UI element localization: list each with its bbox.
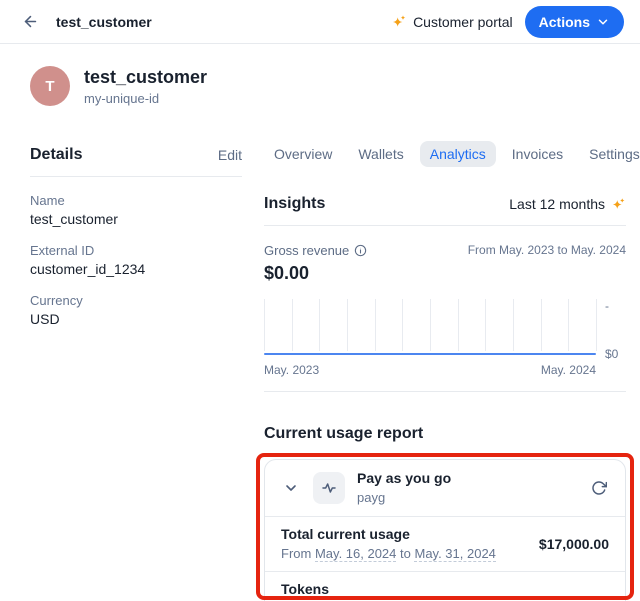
actions-button[interactable]: Actions (525, 6, 624, 38)
customer-portal-label: Customer portal (413, 14, 513, 30)
field-label: External ID (30, 243, 242, 258)
back-button[interactable] (16, 8, 44, 36)
insights-title: Insights (264, 195, 325, 213)
info-icon[interactable] (354, 244, 367, 257)
usage-card-wrapper: Pay as you go payg Total current usage (264, 459, 626, 601)
customer-portal-button[interactable]: Customer portal (391, 14, 513, 30)
y-label-bottom: $0 (605, 347, 626, 361)
chart-gridline (568, 299, 569, 351)
refresh-button[interactable] (589, 478, 609, 498)
field-value: test_customer (30, 211, 242, 227)
total-usage-amount: $17,000.00 (539, 536, 609, 552)
main-content: Details Edit Name test_customer External… (0, 106, 640, 601)
field-label: Currency (30, 293, 242, 308)
total-usage-range: From May. 16, 2024 to May. 31, 2024 (281, 545, 496, 562)
tab-analytics[interactable]: Analytics (420, 141, 496, 167)
customer-identity: test_customer my-unique-id (84, 66, 207, 106)
details-panel: Details Edit Name test_customer External… (30, 146, 242, 601)
chart-gridline (596, 299, 597, 351)
topbar: test_customer Customer portal Actions (0, 0, 640, 44)
chart-gridline (458, 299, 459, 351)
total-usage-texts: Total current usage From May. 16, 2024 t… (281, 526, 496, 562)
detail-field-currency: Currency USD (30, 293, 242, 327)
plan-code: payg (357, 489, 577, 506)
chart-gridline (347, 299, 348, 351)
gross-revenue-label: Gross revenue (264, 243, 349, 258)
usage-card: Pay as you go payg Total current usage (264, 459, 626, 601)
insights-header: Insights Last 12 months (264, 195, 626, 226)
arrow-left-icon (22, 13, 39, 30)
tab-settings[interactable]: Settings (579, 141, 640, 167)
chevron-down-icon (596, 15, 610, 29)
avatar-initial: T (45, 78, 54, 95)
revenue-date-range: From May. 2023 to May. 2024 (468, 243, 626, 257)
detail-field-name: Name test_customer (30, 193, 242, 227)
detail-field-external-id: External ID customer_id_1234 (30, 243, 242, 277)
usage-item-name: Tokens (281, 581, 609, 598)
chart-gridline (402, 299, 403, 351)
usage-report-title: Current usage report (264, 425, 626, 443)
collapse-toggle[interactable] (281, 478, 301, 498)
chart-gridline (513, 299, 514, 351)
activity-pulse-icon (321, 480, 337, 496)
topbar-title: test_customer (56, 14, 152, 30)
chart-plot-area: May. 2023 May. 2024 (264, 299, 596, 377)
customer-tabs-panel: Overview Wallets Analytics Invoices Sett… (264, 146, 626, 601)
tab-bar: Overview Wallets Analytics Invoices Sett… (264, 141, 626, 167)
total-usage-row: Total current usage From May. 16, 2024 t… (265, 517, 625, 572)
plan-header-row: Pay as you go payg (265, 460, 625, 517)
insights-section: Insights Last 12 months Gross revenue Fr… (264, 195, 626, 392)
gross-revenue-chart: May. 2023 May. 2024 - $0 (264, 299, 626, 377)
y-label-top: - (605, 299, 626, 313)
gross-revenue-value: $0.00 (264, 263, 626, 284)
actions-label: Actions (539, 14, 590, 30)
sparkle-icon (391, 14, 407, 30)
range-date-from: May. 16, 2024 (315, 546, 396, 562)
period-label: Last 12 months (509, 196, 605, 212)
chart-gridline (485, 299, 486, 351)
chart-gridline (319, 299, 320, 351)
x-label-start: May. 2023 (264, 363, 319, 377)
tab-wallets[interactable]: Wallets (348, 141, 413, 167)
gross-revenue-header: Gross revenue From May. 2023 to May. 202… (264, 243, 626, 258)
refresh-icon (591, 480, 607, 496)
range-date-to: May. 31, 2024 (414, 546, 495, 562)
plan-name: Pay as you go (357, 470, 577, 487)
chart-x-axis: May. 2023 May. 2024 (264, 363, 596, 377)
chart-gridline (541, 299, 542, 351)
period-selector[interactable]: Last 12 months (509, 196, 626, 212)
x-label-end: May. 2024 (541, 363, 596, 377)
customer-external-id: my-unique-id (84, 91, 207, 106)
sparkle-icon (611, 197, 626, 212)
customer-name: test_customer (84, 66, 207, 88)
plan-icon (313, 472, 345, 504)
range-prefix: From (281, 546, 311, 561)
edit-button[interactable]: Edit (218, 147, 242, 163)
customer-header: T test_customer my-unique-id (0, 44, 640, 106)
chevron-down-icon (283, 480, 299, 496)
tab-overview[interactable]: Overview (264, 141, 342, 167)
total-usage-label: Total current usage (281, 526, 496, 543)
chart-zero-line (264, 353, 596, 355)
chart-gridlines (264, 299, 596, 357)
section-divider (264, 391, 626, 392)
field-value: customer_id_1234 (30, 261, 242, 277)
chart-gridline (264, 299, 265, 351)
range-conjunction: to (400, 546, 411, 561)
details-header: Details Edit (30, 146, 242, 177)
chart-y-axis: - $0 (596, 299, 626, 357)
field-label: Name (30, 193, 242, 208)
chart-gridline (430, 299, 431, 351)
chart-gridline (292, 299, 293, 351)
usage-item-row: Tokens openai_tokens (265, 572, 625, 601)
field-value: USD (30, 311, 242, 327)
tab-invoices[interactable]: Invoices (502, 141, 573, 167)
avatar: T (30, 66, 70, 106)
gross-revenue-label-row: Gross revenue (264, 243, 367, 258)
chart-gridline (375, 299, 376, 351)
plan-texts: Pay as you go payg (357, 470, 577, 506)
details-title: Details (30, 146, 82, 164)
